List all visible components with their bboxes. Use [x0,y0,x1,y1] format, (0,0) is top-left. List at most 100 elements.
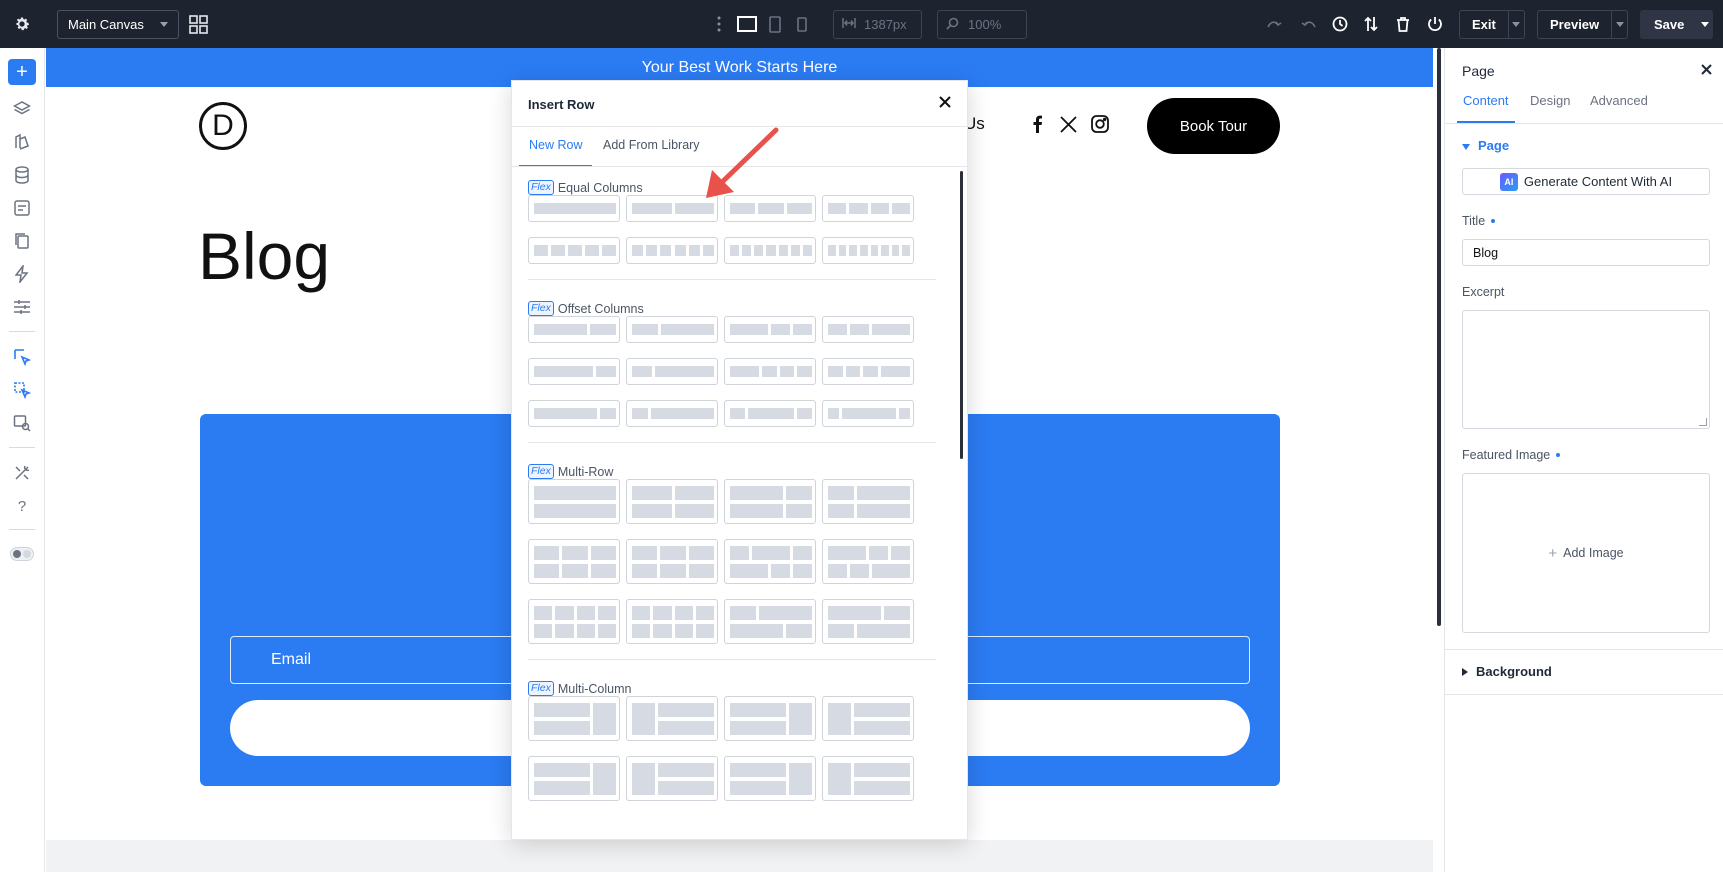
sort-arrows-icon[interactable] [1362,14,1380,34]
featured-image-dropzone[interactable]: + Add Image [1462,473,1710,633]
phone-view-icon[interactable] [795,14,809,34]
generate-ai-button[interactable]: AI Generate Content With AI [1462,168,1710,195]
row-layout-tile[interactable] [528,400,620,427]
tablet-view-icon[interactable] [767,14,783,34]
pages-copy-icon[interactable] [11,230,33,252]
canvas-width-field[interactable]: 1387px [833,10,922,39]
close-icon[interactable] [1697,60,1715,78]
row-layout-tile[interactable] [724,479,816,524]
row-layout-tile[interactable] [528,696,620,741]
grid-layout-icon[interactable] [188,14,209,35]
row-layout-tile[interactable] [528,539,620,584]
row-layout-tile[interactable] [724,195,816,222]
layout-column-icon [658,721,714,735]
close-icon[interactable] [936,93,954,111]
form-settings-icon[interactable] [11,197,33,219]
instagram-icon[interactable] [1090,114,1110,134]
row-layout-tile[interactable] [528,195,620,222]
tab-content[interactable]: Content [1463,93,1509,108]
row-layout-tile[interactable] [528,599,620,644]
layout-column-icon [870,203,889,214]
row-layout-tile[interactable] [724,237,816,264]
exit-button[interactable]: Exit [1459,10,1525,39]
site-logo[interactable]: D [199,102,247,150]
trash-icon[interactable] [1394,14,1412,34]
row-layout-tile[interactable] [724,599,816,644]
tab-advanced[interactable]: Advanced [1590,93,1648,108]
row-layout-tile[interactable] [528,237,620,264]
canvas-select[interactable]: Main Canvas [57,10,179,39]
tab-add-from-library[interactable]: Add From Library [603,138,700,152]
add-element-button[interactable]: + [8,59,36,85]
row-layout-tile[interactable] [724,696,816,741]
tab-design[interactable]: Design [1530,93,1570,108]
row-layout-tile[interactable] [822,316,914,343]
row-layout-tile[interactable] [822,599,914,644]
exit-dropdown-toggle[interactable] [1507,11,1524,38]
row-layout-tile[interactable] [626,400,718,427]
x-twitter-icon[interactable] [1058,114,1078,134]
history-clock-icon[interactable] [1330,14,1350,34]
more-vertical-icon[interactable] [716,14,722,34]
desktop-view-icon[interactable] [736,14,758,34]
row-layout-tile[interactable] [822,237,914,264]
save-dropdown-toggle[interactable] [1697,22,1713,27]
row-layout-tile[interactable] [626,539,718,584]
database-icon[interactable] [11,164,33,186]
modal-scrollbar[interactable] [960,171,963,459]
background-section-toggle[interactable]: Background [1462,664,1552,679]
tab-new-row[interactable]: New Row [529,138,583,152]
row-layout-tile[interactable] [626,479,718,524]
layout-column-icon [632,408,648,419]
preview-button[interactable]: Preview [1537,10,1628,39]
row-layout-tile[interactable] [528,316,620,343]
row-layout-tile[interactable] [724,316,816,343]
row-layout-tile[interactable] [626,237,718,264]
redo-icon[interactable] [1298,15,1318,33]
save-button[interactable]: Save [1640,10,1713,39]
row-layout-tile[interactable] [626,696,718,741]
row-layout-tile[interactable] [626,599,718,644]
lightning-icon[interactable] [11,263,33,285]
row-layout-tile[interactable] [724,358,816,385]
row-layout-tile[interactable] [822,756,914,801]
zoom-field[interactable]: 100% [937,10,1027,39]
row-layout-tile[interactable] [822,539,914,584]
row-layout-tile[interactable] [528,756,620,801]
row-layout-tile[interactable] [626,358,718,385]
row-layout-tile[interactable] [822,696,914,741]
undo-icon[interactable] [1265,15,1285,33]
settings-gear-icon[interactable] [12,14,32,34]
tools-wrench-icon[interactable] [11,462,33,484]
row-layout-tile[interactable] [528,358,620,385]
help-question-icon[interactable]: ? [11,495,33,517]
row-layout-tile[interactable] [724,539,816,584]
layout-search-icon[interactable] [11,412,33,434]
power-icon[interactable] [1425,14,1445,34]
row-layout-tile[interactable] [822,400,914,427]
canvas-scrollbar[interactable] [1437,48,1441,626]
excerpt-textarea[interactable] [1462,310,1710,429]
multi-select-icon[interactable] [11,379,33,401]
row-layout-tile[interactable] [724,756,816,801]
theme-brush-icon[interactable] [11,131,33,153]
row-layout-tile[interactable] [822,195,914,222]
facebook-icon[interactable] [1027,114,1047,134]
layout-column-icon [854,703,910,717]
row-layout-tile[interactable] [626,756,718,801]
row-layout-tile[interactable] [626,195,718,222]
select-cursor-icon[interactable] [11,346,33,368]
row-layout-tile[interactable] [724,400,816,427]
row-layout-tile[interactable] [528,479,620,524]
sliders-icon[interactable] [11,296,33,318]
layers-icon[interactable] [11,98,33,120]
row-layout-tile[interactable] [626,316,718,343]
page-section-toggle[interactable]: Page [1462,138,1509,153]
resize-handle-icon[interactable] [1699,418,1707,426]
row-layout-tile[interactable] [822,358,914,385]
book-tour-button[interactable]: Book Tour [1147,98,1280,154]
dark-mode-toggle-icon[interactable] [10,543,34,565]
preview-dropdown-toggle[interactable] [1611,11,1627,38]
row-layout-tile[interactable] [822,479,914,524]
title-input[interactable]: Blog [1462,239,1710,266]
